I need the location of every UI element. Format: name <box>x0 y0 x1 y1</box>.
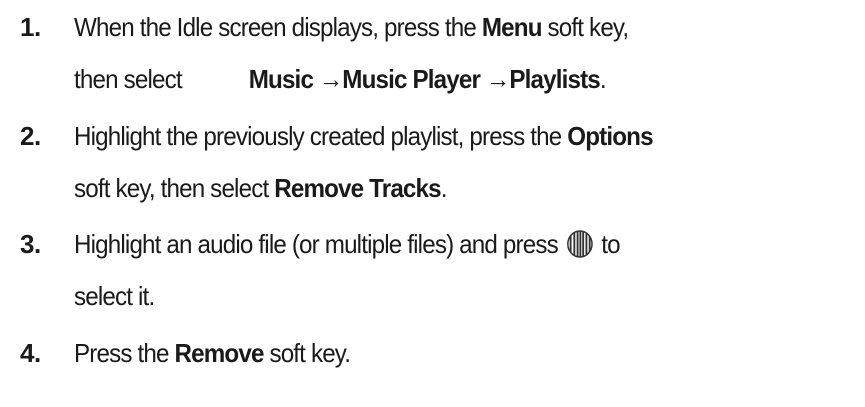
playlists-menu-label: Playlists <box>509 64 600 94</box>
step-text: Highlight an audio file (or multiple fil… <box>74 229 564 259</box>
options-softkey-label: Options <box>567 121 653 151</box>
step-2-line-1: Highlight the previously created playlis… <box>74 121 654 151</box>
arrow-icon: → <box>318 64 343 94</box>
step-text: Highlight the previously created playlis… <box>74 121 568 151</box>
step-2-line-2: soft key, then select Remove Tracks. <box>74 173 448 203</box>
remove-softkey-label: Remove <box>174 338 264 368</box>
music-player-menu-label: Music Player <box>342 64 481 94</box>
menu-softkey-label: Menu <box>481 12 543 42</box>
step-text: select it. <box>74 281 155 311</box>
step-text: then select <box>74 64 183 94</box>
step-text: Press the <box>74 338 175 368</box>
music-menu-label: Music <box>248 64 314 94</box>
step-text: . <box>440 173 448 203</box>
step-text: . <box>599 64 607 94</box>
step-text: to <box>595 229 620 259</box>
arrow-icon: → <box>485 64 510 94</box>
step-number: 3. <box>20 229 41 259</box>
step-text: soft key, <box>541 12 630 42</box>
step-text: soft key. <box>263 338 351 368</box>
step-text: soft key, then select <box>74 173 275 203</box>
step-3-line-2: select it. <box>74 281 155 311</box>
step-number: 1. <box>20 12 41 42</box>
step-1-line-1: When the Idle screen displays, press the… <box>74 12 630 42</box>
step-text: When the Idle screen displays, press the <box>74 12 482 42</box>
step-number: 2. <box>20 121 41 151</box>
step-3-line-1: Highlight an audio file (or multiple fil… <box>74 229 621 259</box>
step-4-line-1: Press the Remove soft key. <box>74 338 351 368</box>
center-select-key-icon <box>566 229 594 259</box>
remove-tracks-option-label: Remove Tracks <box>274 173 441 203</box>
step-1-line-2: then select Music →Music Player →Playlist… <box>74 64 607 94</box>
step-number: 4. <box>20 338 41 368</box>
